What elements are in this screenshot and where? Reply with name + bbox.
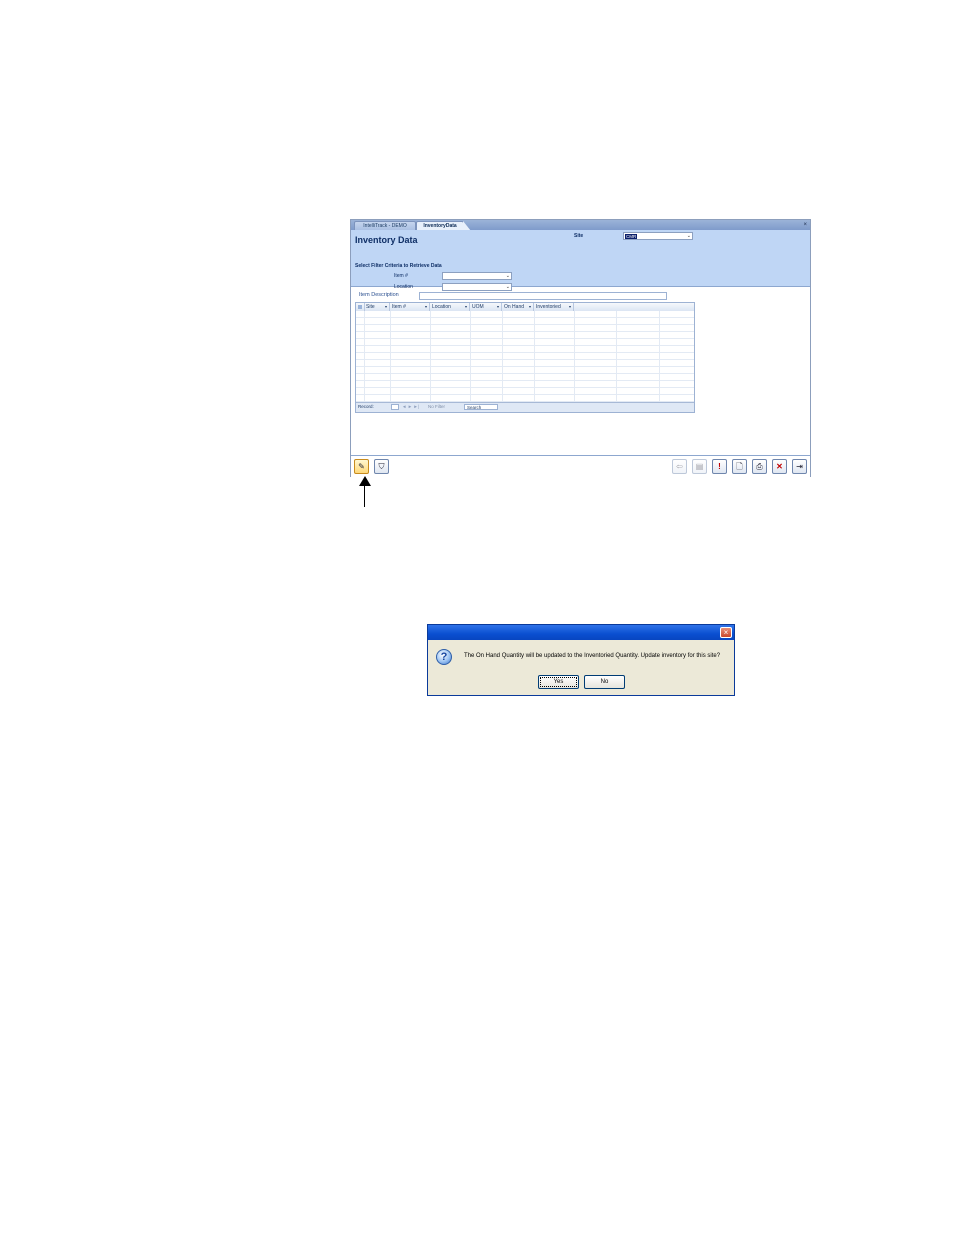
no-button[interactable]: No	[584, 675, 625, 689]
record-nav-arrows-icon[interactable]: ◄ ► ►|	[402, 403, 419, 411]
chevron-down-icon[interactable]: ▾	[569, 303, 571, 311]
form-header: Inventory Data Site CMR ⌄ Select Filter …	[351, 230, 810, 291]
column-header-site[interactable]: Site ▾	[364, 303, 390, 311]
record-position-field[interactable]	[391, 404, 399, 410]
record-navigation-bar: Record: ◄ ► ►| No Filter Search	[356, 402, 694, 412]
arrow-left-icon: ⇦	[676, 462, 683, 471]
chevron-down-icon[interactable]: ⌄	[506, 273, 510, 279]
preview-button[interactable]: 🗋	[732, 459, 747, 474]
exit-button[interactable]: ⇥	[792, 459, 807, 474]
exit-door-icon: ⇥	[796, 462, 803, 471]
chevron-down-icon[interactable]: ⌄	[506, 284, 510, 290]
datasheet-rows[interactable]	[356, 311, 694, 404]
location-dropdown[interactable]: ⌄	[442, 283, 512, 291]
pencil-icon: ✎	[358, 462, 365, 471]
site-value: CMR	[625, 234, 638, 239]
callout-arrow-head-icon	[359, 476, 371, 486]
filter-criteria-heading: Select Filter Criteria to Retrieve Data	[355, 263, 442, 269]
print-button[interactable]: ⎙	[752, 459, 767, 474]
tab-inventory-data[interactable]: InventoryData	[416, 221, 471, 231]
delete-button[interactable]: ✕	[772, 459, 787, 474]
yes-button[interactable]: Yes	[538, 675, 579, 689]
close-icon[interactable]: ×	[803, 220, 807, 230]
exclamation-icon: !	[718, 462, 721, 471]
item-number-dropdown[interactable]: ⌄	[442, 272, 512, 280]
dialog-title-bar: ×	[428, 625, 734, 640]
printer-icon: ⎙	[756, 462, 763, 471]
close-icon[interactable]: ×	[720, 627, 732, 638]
chevron-down-icon[interactable]: ▾	[385, 303, 387, 311]
page-button[interactable]: ▤	[692, 459, 707, 474]
callout-arrow-shaft	[364, 484, 365, 507]
dialog-message: The On Hand Quantity will be updated to …	[464, 653, 721, 659]
chevron-down-icon[interactable]: ▾	[425, 303, 427, 311]
update-inventory-button[interactable]: ✎	[354, 459, 369, 474]
column-header-inventoried[interactable]: Inventoried ▾	[534, 303, 574, 311]
bottom-toolbar: ✎ ⛉ ⇦ ▤ ! 🗋 ⎙ ✕ ⇥	[351, 455, 810, 478]
column-header-uom[interactable]: UOM ▾	[470, 303, 502, 311]
report-preview-icon: 🗋	[736, 462, 743, 471]
tab-intellitrack-demo[interactable]: IntelliTrack - DEMO	[354, 221, 416, 230]
no-filter-button[interactable]: No Filter	[428, 403, 445, 411]
item-number-label: Item #	[394, 273, 408, 279]
record-label: Record:	[358, 404, 374, 409]
x-delete-icon: ✕	[776, 462, 783, 471]
inventory-data-window: IntelliTrack - DEMO InventoryData × Inve…	[350, 219, 811, 478]
chevron-down-icon[interactable]: ▾	[465, 303, 467, 311]
item-description-label: Item Description	[359, 292, 399, 298]
site-dropdown[interactable]: CMR ⌄	[623, 232, 693, 240]
page-title: Inventory Data	[355, 235, 418, 245]
chevron-down-icon[interactable]: ▾	[497, 303, 499, 311]
confirm-update-dialog: × ? The On Hand Quantity will be updated…	[427, 624, 735, 696]
alert-button[interactable]: !	[712, 459, 727, 474]
question-icon: ?	[436, 649, 452, 665]
inventory-datasheet[interactable]: Site ▾ Item # ▾ Location ▾ UOM ▾ On Hand ▾ In…	[355, 302, 695, 413]
page-icon: ▤	[695, 462, 704, 471]
column-header-location[interactable]: Location ▾	[430, 303, 470, 311]
chevron-down-icon[interactable]: ▾	[529, 303, 531, 311]
search-input[interactable]: Search	[464, 404, 498, 410]
chevron-down-icon[interactable]: ⌄	[687, 233, 691, 239]
site-label: Site	[574, 233, 584, 239]
filter-button[interactable]: ⛉	[374, 459, 389, 474]
back-button[interactable]: ⇦	[672, 459, 687, 474]
filter-funnel-icon: ⛉	[378, 462, 385, 471]
column-header-item[interactable]: Item # ▾	[390, 303, 430, 311]
item-description-field[interactable]	[419, 292, 667, 300]
column-header-on-hand[interactable]: On Hand ▾	[502, 303, 534, 311]
location-label: Location	[394, 284, 413, 290]
